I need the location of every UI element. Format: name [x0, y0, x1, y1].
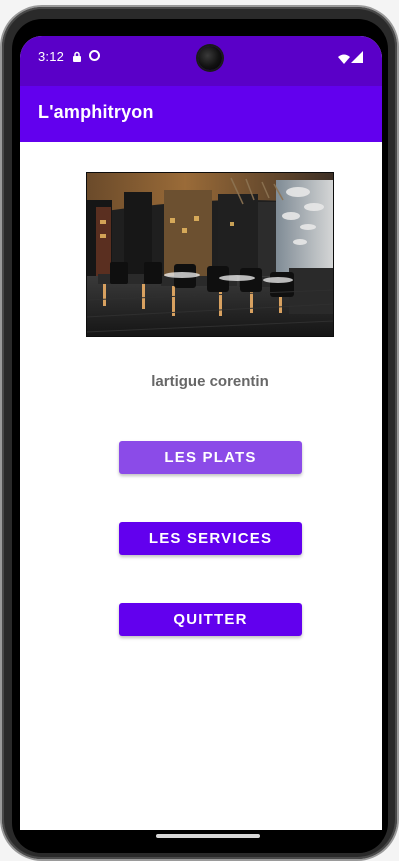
- quitter-button[interactable]: QUITTER: [119, 603, 302, 636]
- les-plats-button[interactable]: LES PLATS: [119, 441, 302, 474]
- main-content: lartigue corentin LES PLATS LES SERVICES…: [20, 142, 382, 830]
- signal-icon: [351, 50, 363, 63]
- phone-screen: 3:12 L'amphitryon lartigue corentin LES …: [20, 36, 382, 830]
- home-indicator[interactable]: [156, 834, 260, 838]
- wifi-icon: [337, 51, 351, 64]
- circle-icon: [89, 50, 100, 61]
- screenshot-stage: 3:12 L'amphitryon lartigue corentin LES …: [0, 0, 399, 861]
- phone-frame: 3:12 L'amphitryon lartigue corentin LES …: [2, 7, 397, 859]
- gesture-navigation-bar: [20, 830, 382, 853]
- les-services-button[interactable]: LES SERVICES: [119, 522, 302, 555]
- status-time: 3:12: [38, 49, 65, 64]
- app-bar: L'amphitryon: [20, 86, 382, 142]
- app-title: L'amphitryon: [38, 102, 154, 122]
- restaurant-photo: [86, 172, 334, 337]
- lock-icon: [72, 50, 82, 62]
- camera-hole: [198, 46, 222, 70]
- user-name: lartigue corentin: [151, 373, 269, 390]
- status-bar: 3:12: [20, 36, 382, 86]
- phone-inner: 3:12 L'amphitryon lartigue corentin LES …: [12, 19, 388, 853]
